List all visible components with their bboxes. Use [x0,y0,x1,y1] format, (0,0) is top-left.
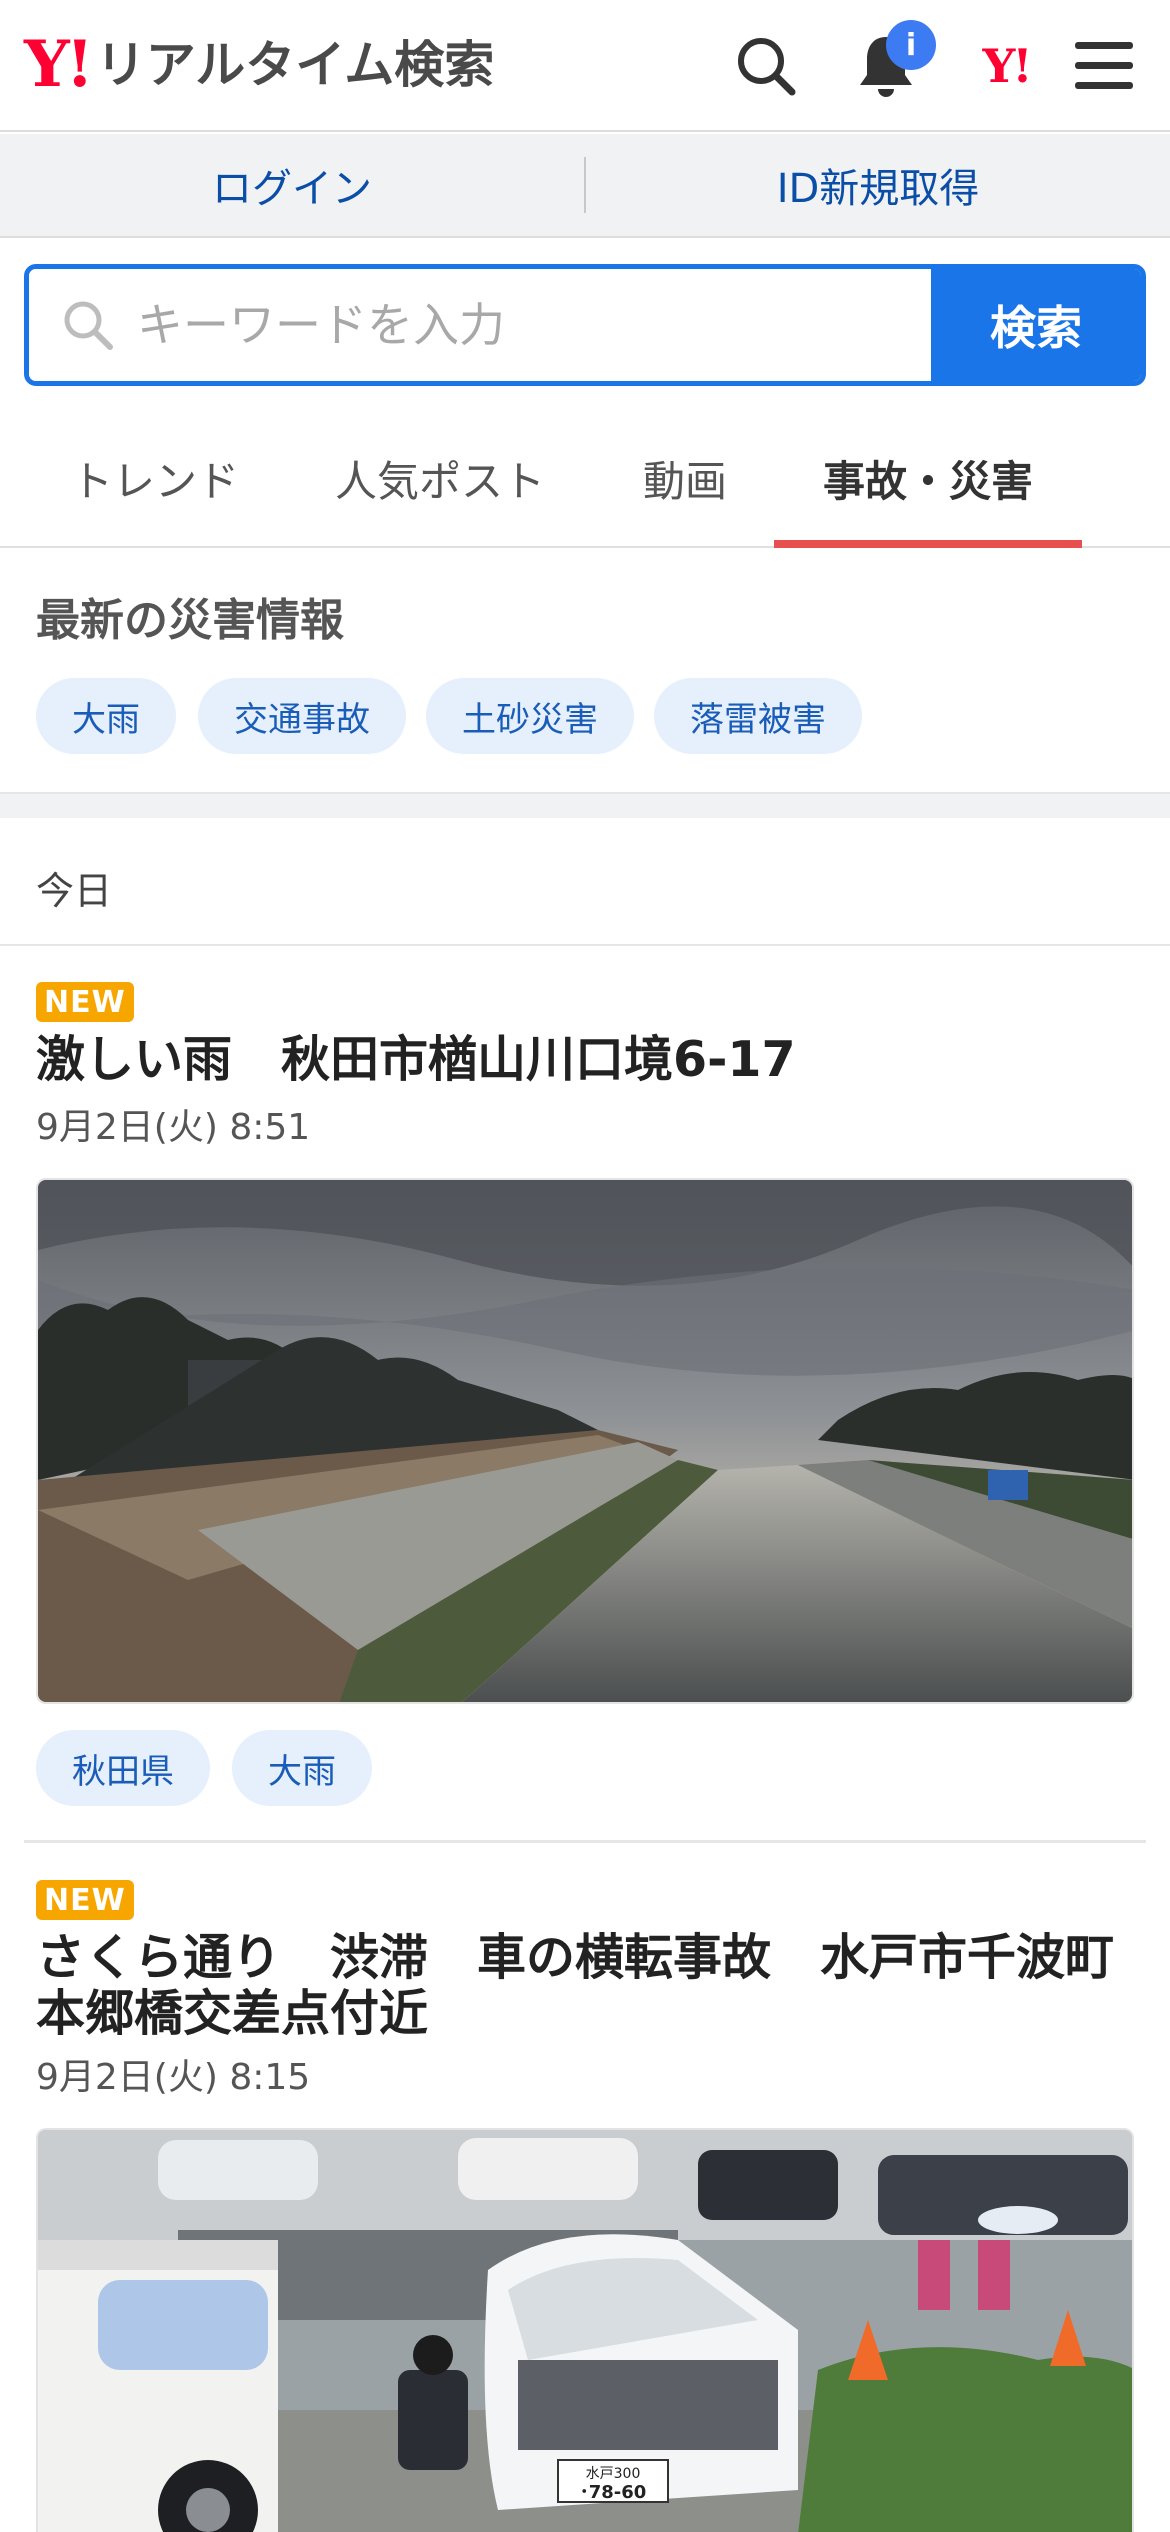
yahoo-icon[interactable]: Y! [968,28,1044,104]
post-separator [24,1840,1146,1843]
yahoo-realtime-logo[interactable]: Y! リアルタイム検索 [24,30,494,100]
day-label: 今日 [36,869,113,913]
tag-heavy-rain[interactable]: 大雨 [232,1730,372,1806]
new-badge: NEW [36,982,134,1022]
search-icon[interactable] [728,28,804,104]
tab-accident-disaster[interactable]: 事故・災害 [774,410,1082,548]
chip-landslide[interactable]: 土砂災害 [426,678,634,754]
section-title: 最新の災害情報 [36,595,344,646]
post-title[interactable]: さくら通り 渋滞 車の横転事故 水戸市千波町本郷橋交差点付近 [36,1930,1136,2042]
disaster-info-section: 最新の災害情報 大雨 交通事故 土砂災害 落雷被害 [0,550,1170,792]
search-input[interactable] [137,298,931,352]
search-box: 検索 [24,264,1146,386]
post-date: 9月2日(火) 8:51 [36,1107,311,1148]
search-input-icon [61,298,115,352]
plate-number: ･78-60 [580,2482,647,2503]
tab-popular-posts[interactable]: 人気ポスト [320,410,560,546]
new-badge: NEW [36,1880,134,1920]
tag-akita[interactable]: 秋田県 [36,1730,210,1806]
search-button[interactable]: 検索 [931,269,1141,381]
post-photo-river[interactable] [36,1178,1134,1704]
post-date: 9月2日(火) 8:15 [36,2057,311,2098]
tab-trend[interactable]: トレンド [44,410,266,546]
chip-heavy-rain[interactable]: 大雨 [36,678,176,754]
tab-video[interactable]: 動画 [620,410,750,546]
logo-mark: Y! [24,27,94,102]
category-tabs: トレンド 人気ポスト 動画 事故・災害 [0,410,1170,548]
section-divider [0,792,1170,818]
bell-icon[interactable]: i [848,20,936,104]
login-link[interactable]: ログイン [0,156,584,214]
chip-traffic-accident[interactable]: 交通事故 [198,678,406,754]
notification-badge: i [886,20,936,70]
app-header: Y! リアルタイム検索 i Y! [0,0,1170,132]
day-header: 今日 [0,818,1170,946]
register-link[interactable]: ID新規取得 [586,156,1170,214]
search-field [29,269,931,381]
post-title[interactable]: 激しい雨 秋田市楢山川口境6-17 [36,1032,1136,1088]
logo-text: リアルタイム検索 [95,36,495,94]
menu-icon[interactable] [1066,28,1142,104]
chip-lightning[interactable]: 落雷被害 [654,678,862,754]
yj-mark: Y! [982,39,1032,93]
plate-top: 水戸300 [586,2466,641,2482]
post-photo-accident[interactable]: 水戸300 ･78-60 [36,2128,1134,2532]
login-bar: ログイン ID新規取得 [0,134,1170,238]
